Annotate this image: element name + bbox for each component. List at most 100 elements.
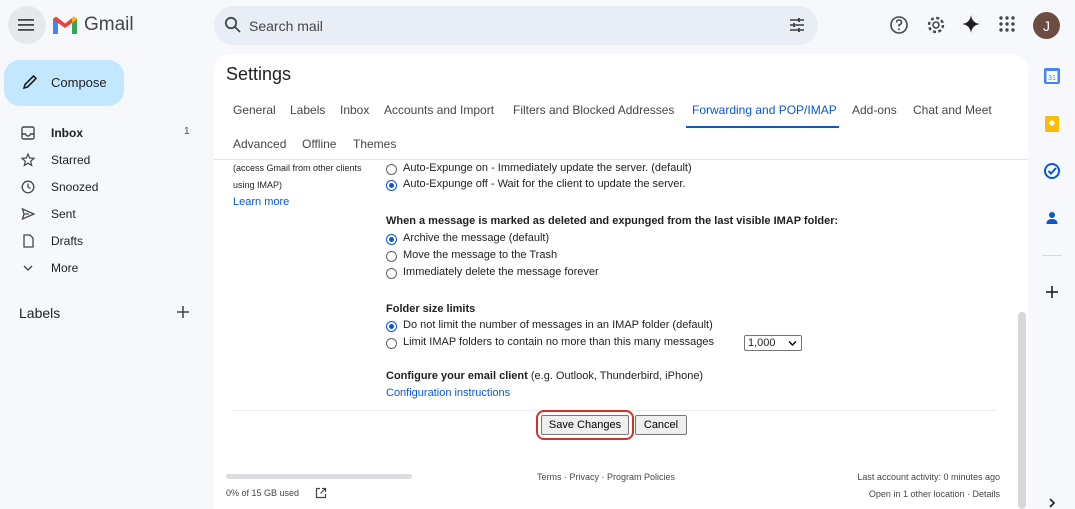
sidebar-item-sent[interactable]: Sent — [0, 200, 205, 227]
star-icon — [21, 153, 35, 167]
search-bar[interactable] — [214, 6, 818, 45]
trash-label: Move the message to the Trash — [403, 249, 558, 261]
delete-forever-radio[interactable] — [386, 268, 397, 279]
configuration-instructions-link[interactable]: Configuration instructions — [386, 387, 510, 399]
configure-title: Configure your email client — [386, 370, 528, 382]
scrollbar[interactable] — [1018, 312, 1026, 509]
sidebar-item-drafts[interactable]: Drafts — [0, 227, 205, 254]
avatar[interactable]: J — [1033, 12, 1060, 39]
archive-radio[interactable] — [386, 234, 397, 245]
tab-themes[interactable]: Themes — [353, 137, 396, 151]
labels-header: Labels — [19, 305, 61, 321]
imap-note-line2: using IMAP) — [233, 180, 283, 190]
sidebar-item-label: Sent — [51, 207, 76, 221]
tab-filters[interactable]: Filters and Blocked Addresses — [513, 103, 674, 117]
gmail-logo[interactable]: Gmail — [52, 14, 134, 36]
settings-tabs: General Labels Inbox Accounts and Import… — [214, 94, 1028, 160]
storage-bar — [226, 474, 412, 479]
gemini-sparkle-icon[interactable] — [962, 15, 980, 33]
sidebar-item-label: Drafts — [51, 234, 84, 248]
cancel-button[interactable]: Cancel — [635, 415, 687, 435]
sidebar-item-more[interactable]: More — [0, 254, 205, 281]
sidebar-item-label: Snoozed — [51, 180, 99, 194]
auto-expunge-on-desc: - Immediately update the server. (defaul… — [488, 162, 692, 174]
tab-general[interactable]: General — [233, 103, 276, 117]
deleted-section-title: When a message is marked as deleted and … — [386, 215, 839, 227]
compose-label: Compose — [51, 75, 107, 90]
draft-icon — [23, 234, 34, 248]
auto-expunge-off-radio[interactable] — [386, 180, 397, 191]
folder-size-title: Folder size limits — [386, 303, 476, 315]
tab-chat-and-meet[interactable]: Chat and Meet — [913, 103, 992, 117]
folder-limit-select[interactable]: 1,000 — [744, 335, 802, 351]
open-external-icon[interactable] — [315, 487, 327, 499]
auto-expunge-on-label: Auto-Expunge on — [403, 162, 489, 174]
limit-label: Limit IMAP folders to contain no more th… — [403, 336, 714, 348]
sidebar-item-snoozed[interactable]: Snoozed — [0, 173, 205, 200]
hamburger-icon — [18, 19, 34, 31]
auto-expunge-on-text: Auto-Expunge on - Immediately update the… — [403, 162, 692, 174]
sidebar-item-label: Starred — [51, 153, 91, 167]
chevron-down-icon — [23, 265, 33, 271]
no-limit-label: Do not limit the number of messages in a… — [403, 319, 713, 331]
storage-text: 0% of 15 GB used — [226, 488, 300, 498]
inbox-icon — [21, 126, 35, 140]
tab-forwarding-pop-imap[interactable]: Forwarding and POP/IMAP — [692, 103, 837, 117]
clock-icon — [21, 180, 35, 194]
sidebar-item-inbox[interactable]: Inbox 1 — [0, 119, 205, 146]
active-tab-indicator — [686, 126, 839, 128]
configure-text: Configure your email client (e.g. Outloo… — [386, 370, 703, 382]
inbox-count: 1 — [184, 126, 190, 137]
delete-forever-label: Immediately delete the message forever — [403, 266, 599, 278]
chevron-down-icon — [788, 341, 797, 346]
tab-advanced[interactable]: Advanced — [233, 137, 286, 151]
pencil-icon — [22, 74, 38, 90]
tasks-icon[interactable] — [1043, 162, 1061, 180]
contacts-icon[interactable] — [1043, 209, 1061, 227]
search-icon[interactable] — [224, 16, 242, 34]
trash-radio[interactable] — [386, 251, 397, 262]
tab-add-ons[interactable]: Add-ons — [852, 103, 897, 117]
sidebar-item-starred[interactable]: Starred — [0, 146, 205, 173]
other-location-details[interactable]: Open in 1 other location · Details — [869, 489, 1000, 499]
tab-inbox[interactable]: Inbox — [340, 103, 369, 117]
gear-icon[interactable] — [926, 15, 946, 35]
auto-expunge-on-radio[interactable] — [386, 164, 397, 175]
settings-panel: Settings General Labels Inbox Accounts a… — [214, 54, 1028, 509]
folder-limit-value: 1,000 — [748, 337, 776, 349]
gmail-m-icon — [53, 16, 77, 34]
main-menu-button[interactable] — [8, 6, 46, 44]
keep-icon[interactable] — [1043, 115, 1061, 133]
limit-radio[interactable] — [386, 338, 397, 349]
imap-note-line1: (access Gmail from other clients — [233, 163, 362, 173]
help-icon[interactable] — [889, 15, 909, 35]
rail-divider — [1042, 255, 1062, 256]
no-limit-radio[interactable] — [386, 321, 397, 332]
plus-icon[interactable] — [1043, 283, 1061, 301]
calendar-icon[interactable]: 31 — [1043, 67, 1061, 85]
tab-labels[interactable]: Labels — [290, 103, 325, 117]
sidebar-item-label: More — [51, 261, 79, 275]
tab-offline[interactable]: Offline — [302, 137, 336, 151]
footer-links[interactable]: Terms · Privacy · Program Policies — [537, 472, 675, 482]
send-icon — [21, 207, 35, 221]
chevron-right-icon[interactable] — [1043, 497, 1061, 509]
tab-accounts-and-import[interactable]: Accounts and Import — [384, 103, 494, 117]
sidebar-item-label: Inbox — [51, 126, 83, 140]
auto-expunge-off-desc: - Wait for the client to update the serv… — [487, 178, 686, 190]
svg-text:31: 31 — [1048, 75, 1056, 82]
plus-icon[interactable] — [176, 305, 190, 319]
search-options-icon[interactable] — [788, 16, 806, 34]
search-input[interactable] — [249, 6, 769, 45]
auto-expunge-off-label: Auto-Expunge off — [403, 178, 488, 190]
archive-label: Archive the message (default) — [403, 232, 550, 244]
app-name: Gmail — [84, 14, 134, 35]
save-changes-button[interactable]: Save Changes — [541, 415, 629, 435]
last-activity: Last account activity: 0 minutes ago — [857, 472, 1000, 482]
apps-grid-icon[interactable] — [998, 15, 1016, 33]
learn-more-link[interactable]: Learn more — [233, 196, 289, 208]
compose-button[interactable]: Compose — [4, 60, 124, 106]
auto-expunge-off-text: Auto-Expunge off - Wait for the client t… — [403, 178, 686, 190]
page-title: Settings — [226, 64, 292, 84]
configure-subtitle: (e.g. Outlook, Thunderbird, iPhone) — [527, 370, 704, 382]
